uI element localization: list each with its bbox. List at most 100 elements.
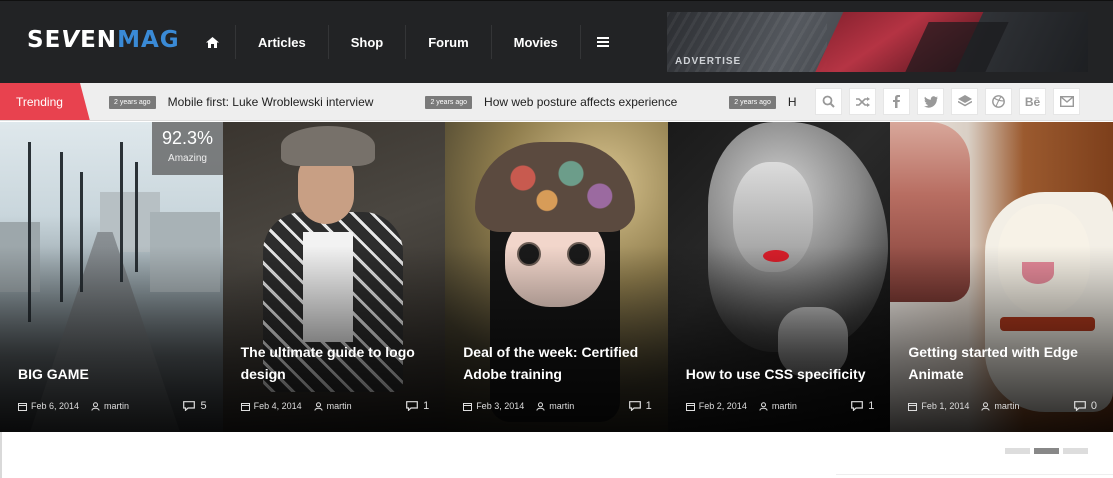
user-icon	[313, 401, 323, 411]
post-comments[interactable]: 1	[406, 400, 429, 412]
post-title[interactable]: How to use CSS specificity	[686, 363, 877, 385]
behance-button[interactable]: Bē	[1019, 88, 1046, 115]
post-date-text: Feb 3, 2014	[476, 401, 525, 411]
user-icon	[759, 401, 768, 411]
ticker-title[interactable]: H	[788, 95, 797, 109]
main-nav: Articles Shop Forum Movies	[190, 25, 625, 59]
ticker-item[interactable]: 2 years ago How web posture affects expe…	[425, 95, 677, 109]
post-comments-count: 1	[868, 400, 875, 412]
post-author[interactable]: martin	[981, 401, 1019, 411]
pager-dot[interactable]	[1005, 448, 1030, 454]
time-badge: 2 years ago	[425, 95, 473, 109]
trending-label: Trending	[0, 83, 90, 120]
ticker-item[interactable]: 2 years ago H	[729, 95, 797, 109]
search-button[interactable]	[815, 88, 842, 115]
post-author[interactable]: martin	[91, 401, 129, 411]
nav-forum[interactable]: Forum	[406, 25, 492, 59]
post-comments[interactable]: 5	[183, 400, 207, 412]
mail-icon	[1059, 96, 1074, 107]
calendar-icon	[240, 402, 250, 411]
post-title[interactable]: The ultimate guide to logo design	[241, 341, 432, 385]
post-comments-count: 1	[423, 400, 430, 412]
nav-movies[interactable]: Movies	[492, 25, 581, 59]
post-title[interactable]: BIG GAME	[18, 363, 209, 385]
post-date: Feb 3, 2014	[463, 401, 524, 411]
featured-posts-grid: 92.3% Amazing BIG GAME Feb 6, 2014 marti…	[0, 122, 1113, 432]
post-author[interactable]: martin	[536, 401, 574, 411]
post-comments[interactable]: 1	[628, 400, 652, 412]
review-score: 92.3%	[161, 128, 214, 148]
post-date-text: Feb 6, 2014	[31, 401, 80, 411]
post-comments-count: 5	[200, 400, 207, 412]
content-border	[0, 432, 2, 478]
calendar-icon	[463, 402, 473, 411]
post-date-text: Feb 2, 2014	[698, 401, 747, 411]
search-icon	[822, 95, 835, 108]
post-title[interactable]: Getting started with Edge Animate	[908, 341, 1099, 385]
pager-dot-active[interactable]	[1034, 448, 1059, 454]
featured-post-card[interactable]: 92.3% Amazing BIG GAME Feb 6, 2014 marti…	[0, 122, 223, 432]
mail-button[interactable]	[1053, 88, 1080, 115]
logo-text-mid: EN	[80, 27, 118, 53]
post-date: Feb 2, 2014	[685, 401, 747, 411]
facebook-button[interactable]	[883, 88, 910, 115]
featured-post-card[interactable]: How to use CSS specificity Feb 2, 2014 m…	[667, 122, 891, 432]
post-meta: Feb 1, 2014 martin 0	[908, 400, 1097, 412]
stack-button[interactable]	[951, 88, 978, 115]
nav-articles[interactable]: Articles	[236, 25, 329, 59]
logo-text-start: SE	[27, 27, 62, 53]
ticker-title[interactable]: Mobile first: Luke Wroblewski interview	[168, 95, 374, 109]
calendar-icon	[18, 402, 27, 411]
slider-pagination	[1005, 448, 1092, 454]
post-meta: Feb 2, 2014 martin 1	[685, 400, 874, 412]
user-icon	[981, 401, 991, 411]
stack-icon	[957, 95, 972, 107]
featured-post-card[interactable]: Deal of the week: Certified Adobe traini…	[445, 122, 668, 432]
site-logo[interactable]: SEVENMAG	[27, 27, 180, 53]
twitter-button[interactable]	[917, 88, 944, 115]
post-author[interactable]: martin	[313, 401, 352, 411]
post-date-text: Feb 1, 2014	[921, 401, 970, 411]
user-icon	[536, 401, 545, 411]
ticker-title[interactable]: How web posture affects experience	[484, 95, 677, 109]
time-badge: 2 years ago	[729, 95, 776, 109]
pager-dot[interactable]	[1063, 448, 1088, 454]
shuffle-button[interactable]	[849, 88, 876, 115]
review-score-label: Amazing	[168, 153, 207, 164]
home-icon	[206, 36, 219, 48]
nav-shop[interactable]: Shop	[329, 25, 407, 59]
header-advertisement[interactable]: ADVERTISE	[667, 12, 1088, 72]
post-meta: Feb 3, 2014 martin 1	[463, 400, 652, 412]
post-author-text: martin	[104, 401, 130, 411]
post-date: Feb 6, 2014	[18, 401, 79, 411]
post-meta: Feb 6, 2014 martin 5	[18, 400, 207, 412]
trending-ticker: 2 years ago Mobile first: Luke Wroblewsk…	[109, 83, 849, 120]
comment-icon	[851, 401, 864, 411]
ad-label: ADVERTISE	[675, 56, 742, 67]
nav-menu[interactable]	[581, 25, 625, 59]
site-header: SEVENMAG Articles Shop Forum Movies ADVE…	[0, 0, 1113, 83]
post-date: Feb 4, 2014	[240, 401, 302, 411]
logo-text-v: V	[61, 27, 81, 53]
post-author[interactable]: martin	[759, 401, 797, 411]
dribbble-button[interactable]	[985, 88, 1012, 115]
post-comments[interactable]: 0	[1073, 400, 1097, 412]
ticker-item[interactable]: 2 years ago Mobile first: Luke Wroblewsk…	[109, 95, 373, 109]
shuffle-icon	[855, 96, 870, 107]
post-comments-count: 0	[1090, 400, 1097, 412]
featured-post-card[interactable]: The ultimate guide to logo design Feb 4,…	[222, 122, 446, 432]
post-date: Feb 1, 2014	[908, 401, 969, 411]
comment-icon	[406, 401, 418, 411]
facebook-icon	[893, 95, 900, 108]
featured-post-card[interactable]: Getting started with Edge Animate Feb 1,…	[890, 122, 1113, 432]
post-meta: Feb 4, 2014 martin 1	[240, 400, 429, 412]
nav-home[interactable]	[190, 25, 236, 59]
post-comments[interactable]: 1	[851, 400, 874, 412]
social-icons: Bē	[815, 88, 1087, 115]
post-comments-count: 1	[645, 400, 652, 412]
calendar-icon	[685, 402, 695, 411]
calendar-icon	[908, 402, 918, 411]
review-score-badge: 92.3% Amazing	[152, 122, 223, 175]
hamburger-icon	[596, 37, 609, 47]
post-title[interactable]: Deal of the week: Certified Adobe traini…	[463, 341, 654, 385]
